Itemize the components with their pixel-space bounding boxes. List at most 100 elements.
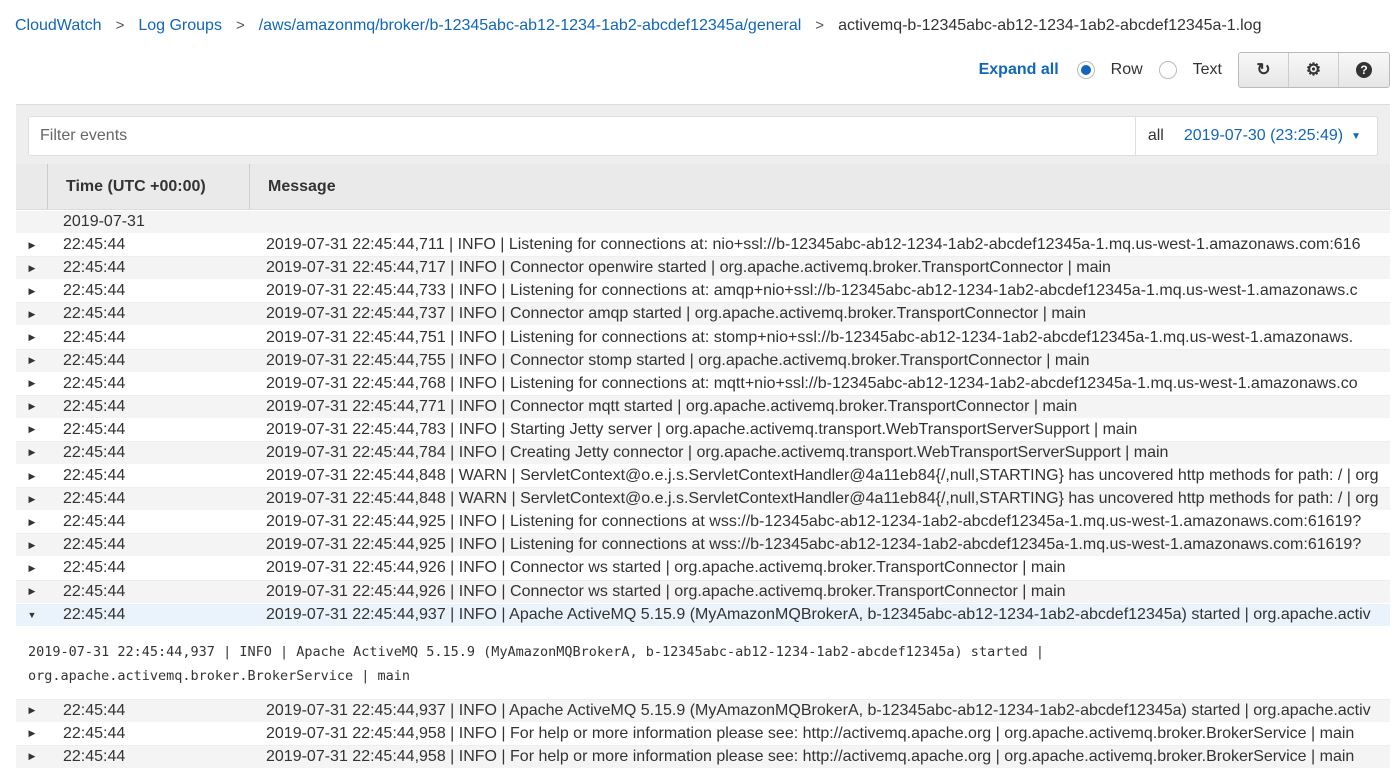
date-group-row: 2019-07-31 xyxy=(16,211,1390,234)
row-time: 22:45:44 xyxy=(48,236,266,254)
table-row[interactable]: ▶22:45:442019-07-31 22:45:44,733 | INFO … xyxy=(16,280,1390,303)
row-view-label[interactable]: Row xyxy=(1111,61,1143,79)
table-row[interactable]: ▶22:45:442019-07-31 22:45:44,711 | INFO … xyxy=(16,234,1390,257)
detail-line: org.apache.activemq.broker.BrokerService… xyxy=(28,664,1378,688)
table-row[interactable]: ▶22:45:442019-07-31 22:45:44,751 | INFO … xyxy=(16,326,1390,349)
row-message: 2019-07-31 22:45:44,768 | INFO | Listeni… xyxy=(266,375,1390,393)
table-row[interactable]: ▶22:45:442019-07-31 22:45:44,783 | INFO … xyxy=(16,419,1390,442)
table-row[interactable]: ▶22:45:442019-07-31 22:45:44,717 | INFO … xyxy=(16,257,1390,280)
table-row[interactable]: ▼22:45:442019-07-31 22:45:44,937 | INFO … xyxy=(16,604,1390,627)
caret-down-icon[interactable]: ▼ xyxy=(16,610,48,620)
text-view-radio[interactable] xyxy=(1159,61,1177,79)
chevron-right-icon: > xyxy=(236,17,245,34)
time-range-all[interactable]: all xyxy=(1148,127,1164,145)
row-message: 2019-07-31 22:45:44,848 | WARN | Servlet… xyxy=(266,467,1390,485)
row-message: 2019-07-31 22:45:44,925 | INFO | Listeni… xyxy=(266,513,1390,531)
expand-all-link[interactable]: Expand all xyxy=(979,61,1059,79)
breadcrumb-log-groups[interactable]: Log Groups xyxy=(138,17,222,34)
table-row[interactable]: ▶22:45:442019-07-31 22:45:44,926 | INFO … xyxy=(16,557,1390,580)
table-row[interactable]: ▶22:45:442019-07-31 22:45:44,925 | INFO … xyxy=(16,534,1390,557)
caret-right-icon[interactable]: ▶ xyxy=(16,563,48,574)
detail-line: 2019-07-31 22:45:44,937 | INFO | Apache … xyxy=(28,640,1378,664)
table-row[interactable]: ▶22:45:442019-07-31 22:45:44,755 | INFO … xyxy=(16,350,1390,373)
time-column-header[interactable]: Time (UTC +00:00) xyxy=(48,164,250,209)
row-message: 2019-07-31 22:45:44,784 | INFO | Creatin… xyxy=(266,444,1390,462)
breadcrumb-cloudwatch[interactable]: CloudWatch xyxy=(15,17,102,34)
caret-right-icon[interactable]: ▶ xyxy=(16,728,48,739)
caret-right-icon[interactable]: ▶ xyxy=(16,309,48,320)
breadcrumb: CloudWatch > Log Groups > /aws/amazonmq/brok… xyxy=(15,17,1261,35)
row-time: 22:45:44 xyxy=(48,329,266,347)
table-row[interactable]: ▶22:45:442019-07-31 22:45:44,958 | INFO … xyxy=(16,723,1390,746)
text-view-label[interactable]: Text xyxy=(1193,61,1222,79)
filter-bar: all 2019-07-30 (23:25:49) ▼ xyxy=(28,116,1378,156)
row-time: 22:45:44 xyxy=(48,305,266,323)
row-time: 22:45:44 xyxy=(48,513,266,531)
row-time: 22:45:44 xyxy=(48,398,266,416)
toolbar: Expand all Row Text ↻ ⚙ ? xyxy=(979,52,1390,88)
row-message: 2019-07-31 22:45:44,848 | WARN | Servlet… xyxy=(266,490,1390,508)
table-row[interactable]: ▶22:45:442019-07-31 22:45:44,958 | INFO … xyxy=(16,746,1390,769)
table-row[interactable]: ▶22:45:442019-07-31 22:45:44,925 | INFO … xyxy=(16,511,1390,534)
chevron-right-icon: > xyxy=(116,17,125,34)
caret-right-icon[interactable]: ▶ xyxy=(16,424,48,435)
caret-right-icon[interactable]: ▶ xyxy=(16,447,48,458)
caret-right-icon[interactable]: ▶ xyxy=(16,286,48,297)
caret-right-icon[interactable]: ▶ xyxy=(16,517,48,528)
caret-right-icon[interactable]: ▶ xyxy=(16,355,48,366)
table-row[interactable]: ▶22:45:442019-07-31 22:45:44,737 | INFO … xyxy=(16,303,1390,326)
refresh-button[interactable]: ↻ xyxy=(1239,53,1289,87)
table-row[interactable]: ▶22:45:442019-07-31 22:45:44,926 | INFO … xyxy=(16,581,1390,604)
caret-right-icon[interactable]: ▶ xyxy=(16,240,48,251)
row-message: 2019-07-31 22:45:44,925 | INFO | Listeni… xyxy=(266,536,1390,554)
caret-right-icon[interactable]: ▶ xyxy=(16,263,48,274)
refresh-icon: ↻ xyxy=(1256,60,1270,80)
toolbar-buttons: ↻ ⚙ ? xyxy=(1238,52,1390,88)
row-view-radio[interactable] xyxy=(1077,61,1095,79)
row-message: 2019-07-31 22:45:44,937 | INFO | Apache … xyxy=(266,606,1390,624)
time-range-value[interactable]: 2019-07-30 (23:25:49) xyxy=(1184,127,1343,145)
table-row[interactable]: ▶22:45:442019-07-31 22:45:44,848 | WARN … xyxy=(16,488,1390,511)
caret-right-icon[interactable]: ▶ xyxy=(16,401,48,412)
caret-right-icon[interactable]: ▶ xyxy=(16,751,48,762)
caret-right-icon[interactable]: ▶ xyxy=(16,471,48,482)
row-message: 2019-07-31 22:45:44,717 | INFO | Connect… xyxy=(266,259,1390,277)
caret-right-icon[interactable]: ▶ xyxy=(16,378,48,389)
filter-panel: all 2019-07-30 (23:25:49) ▼ xyxy=(16,104,1390,164)
row-time: 22:45:44 xyxy=(48,282,266,300)
row-time: 22:45:44 xyxy=(48,606,266,624)
caret-right-icon[interactable]: ▶ xyxy=(16,494,48,505)
table-row[interactable]: ▶22:45:442019-07-31 22:45:44,937 | INFO … xyxy=(16,700,1390,723)
row-time: 22:45:44 xyxy=(48,583,266,601)
table-row[interactable]: ▶22:45:442019-07-31 22:45:44,768 | INFO … xyxy=(16,373,1390,396)
row-message: 2019-07-31 22:45:44,937 | INFO | Apache … xyxy=(266,702,1390,720)
message-column-header[interactable]: Message xyxy=(250,164,336,209)
caret-right-icon[interactable]: ▶ xyxy=(16,540,48,551)
caret-right-icon[interactable]: ▶ xyxy=(16,332,48,343)
table-row[interactable]: ▶22:45:442019-07-31 22:45:44,771 | INFO … xyxy=(16,396,1390,419)
help-button[interactable]: ? xyxy=(1339,53,1389,87)
settings-button[interactable]: ⚙ xyxy=(1289,53,1339,87)
caret-right-icon[interactable]: ▶ xyxy=(16,705,48,716)
table-row[interactable]: ▶22:45:442019-07-31 22:45:44,848 | WARN … xyxy=(16,465,1390,488)
row-time: 22:45:44 xyxy=(48,559,266,577)
row-time: 22:45:44 xyxy=(48,702,266,720)
row-time: 22:45:44 xyxy=(48,375,266,393)
row-message: 2019-07-31 22:45:44,737 | INFO | Connect… xyxy=(266,305,1390,323)
row-time: 22:45:44 xyxy=(48,259,266,277)
row-time: 22:45:44 xyxy=(48,725,266,743)
date-group-label: 2019-07-31 xyxy=(16,213,234,231)
row-time: 22:45:44 xyxy=(48,536,266,554)
table-row[interactable]: ▶22:45:442019-07-31 22:45:44,784 | INFO … xyxy=(16,442,1390,465)
caret-down-icon: ▼ xyxy=(1351,131,1361,142)
help-icon: ? xyxy=(1356,62,1372,78)
row-time: 22:45:44 xyxy=(48,352,266,370)
row-time: 22:45:44 xyxy=(48,748,266,766)
row-message: 2019-07-31 22:45:44,751 | INFO | Listeni… xyxy=(266,329,1390,347)
time-range-selector[interactable]: all 2019-07-30 (23:25:49) ▼ xyxy=(1135,117,1377,155)
filter-events-input[interactable] xyxy=(29,117,1135,155)
caret-right-icon[interactable]: ▶ xyxy=(16,586,48,597)
row-time: 22:45:44 xyxy=(48,490,266,508)
expanded-event-detail: 2019-07-31 22:45:44,937 | INFO | Apache … xyxy=(16,627,1390,700)
breadcrumb-log-group[interactable]: /aws/amazonmq/broker/b-12345abc-ab12-123… xyxy=(259,17,802,34)
